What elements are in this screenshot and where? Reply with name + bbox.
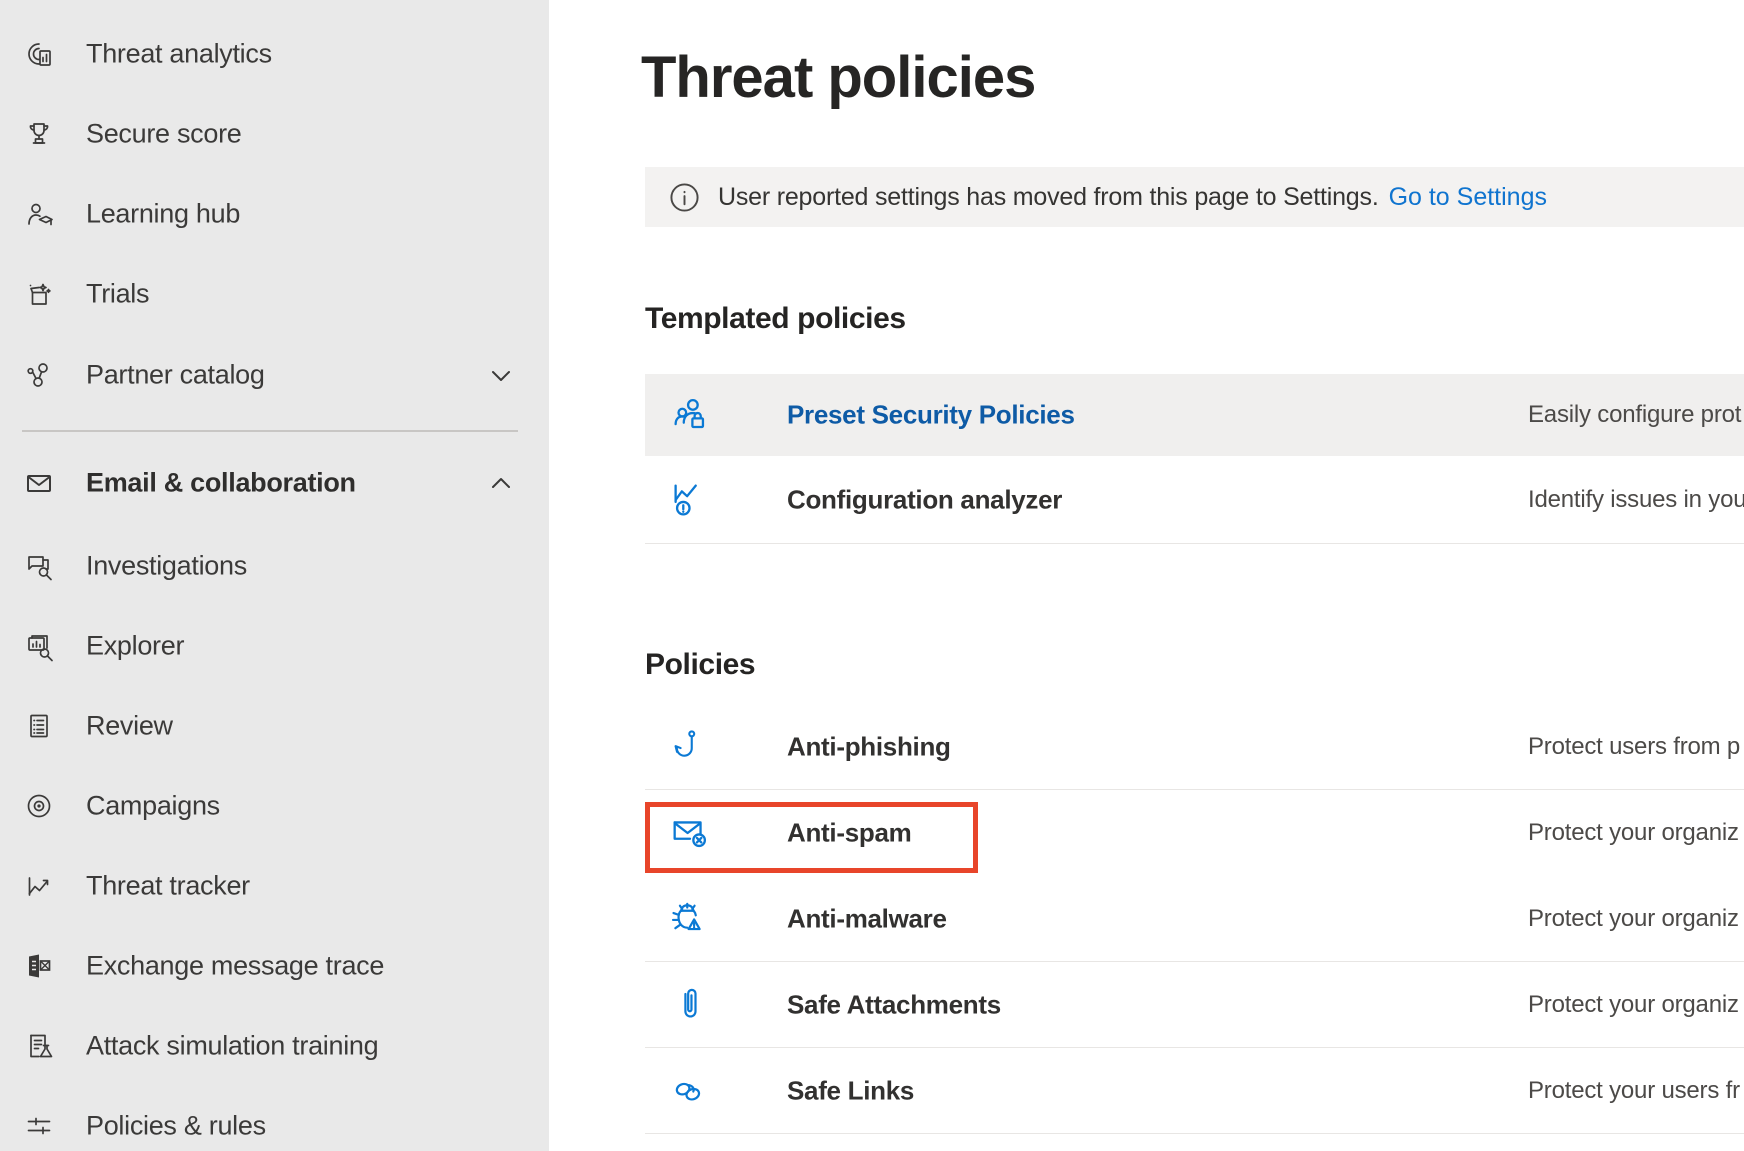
sidebar-item-label: Email & collaboration (86, 468, 356, 499)
row-preset-security-policies[interactable]: Preset Security Policies Easily configur… (645, 374, 1744, 456)
trials-icon (22, 277, 56, 311)
sidebar-item-label: Attack simulation training (86, 1031, 378, 1062)
sidebar-item-label: Threat analytics (86, 39, 272, 70)
sidebar-item-trials[interactable]: Trials (0, 262, 549, 326)
policy-label[interactable]: Safe Links (787, 1075, 914, 1106)
investigations-icon (22, 549, 56, 583)
sidebar-item-attack-simulation-training[interactable]: Attack simulation training (0, 1014, 549, 1078)
partner-catalog-icon (22, 358, 56, 392)
explorer-icon (22, 629, 56, 663)
sidebar-item-label: Trials (86, 279, 149, 310)
configuration-analyzer-icon (667, 477, 713, 523)
sidebar-item-review[interactable]: Review (0, 694, 549, 758)
policy-description: Protect your users fr (1528, 1077, 1744, 1105)
page-title: Threat policies (641, 44, 1035, 111)
sidebar-divider (22, 430, 518, 432)
sidebar-item-investigations[interactable]: Investigations (0, 534, 549, 598)
policy-description: Protect your organiz (1528, 819, 1744, 847)
sidebar-item-label: Campaigns (86, 791, 220, 822)
row-safe-links[interactable]: Safe Links Protect your users fr (645, 1048, 1744, 1134)
sidebar-item-threat-analytics[interactable]: Threat analytics (0, 22, 549, 86)
sidebar-item-label: Threat tracker (86, 871, 250, 902)
sidebar-item-label: Explorer (86, 631, 184, 662)
sidebar-item-label: Partner catalog (86, 360, 265, 391)
banner-message: User reported settings has moved from th… (718, 183, 1379, 212)
row-anti-malware[interactable]: Anti-malware Protect your organiz (645, 876, 1744, 962)
anti-spam-icon (667, 810, 713, 856)
threat-analytics-icon (22, 37, 56, 71)
section-heading-policies: Policies (645, 648, 755, 682)
sidebar-item-threat-tracker[interactable]: Threat tracker (0, 854, 549, 918)
go-to-settings-link[interactable]: Go to Settings (1389, 183, 1547, 212)
policy-description: Protect users from p (1528, 733, 1744, 761)
section-heading-templated-policies: Templated policies (645, 302, 906, 336)
policy-label[interactable]: Anti-phishing (787, 731, 951, 762)
policy-label[interactable]: Anti-malware (787, 903, 947, 934)
safe-attachments-icon (667, 982, 713, 1028)
sidebar-item-label: Investigations (86, 551, 247, 582)
anti-malware-icon (667, 896, 713, 942)
sidebar-item-learning-hub[interactable]: Learning hub (0, 182, 549, 246)
policy-description: Identify issues in you (1528, 486, 1744, 514)
secure-score-icon (22, 117, 56, 151)
sidebar-item-explorer[interactable]: Explorer (0, 614, 549, 678)
sidebar-item-campaigns[interactable]: Campaigns (0, 774, 549, 838)
safe-links-icon (667, 1068, 713, 1114)
sidebar-item-policies-rules[interactable]: Policies & rules (0, 1094, 549, 1151)
policy-label[interactable]: Configuration analyzer (787, 484, 1062, 515)
threat-policies-page: Threat analytics Secure score Learning h… (0, 0, 1744, 1151)
anti-phishing-icon (667, 724, 713, 770)
row-anti-spam[interactable]: Anti-spam Protect your organiz (645, 790, 1744, 876)
sidebar-item-email-collaboration[interactable]: Email & collaboration (0, 451, 549, 515)
attack-simulation-icon (22, 1029, 56, 1063)
preset-security-policies-icon (667, 392, 713, 438)
info-banner: User reported settings has moved from th… (645, 167, 1744, 227)
sidebar-item-label: Learning hub (86, 199, 240, 230)
row-configuration-analyzer[interactable]: Configuration analyzer Identify issues i… (645, 456, 1744, 544)
row-anti-phishing[interactable]: Anti-phishing Protect users from p (645, 704, 1744, 790)
policy-description: Protect your organiz (1528, 991, 1744, 1019)
sidebar-item-label: Policies & rules (86, 1111, 266, 1142)
sidebar-item-secure-score[interactable]: Secure score (0, 102, 549, 166)
policies-rules-icon (22, 1109, 56, 1143)
policy-label[interactable]: Anti-spam (787, 818, 911, 849)
policy-label[interactable]: Preset Security Policies (787, 400, 1075, 431)
chevron-down-icon[interactable] (486, 360, 516, 390)
sidebar-item-exchange-message-trace[interactable]: Exchange message trace (0, 934, 549, 998)
campaigns-icon (22, 789, 56, 823)
exchange-icon (22, 949, 56, 983)
email-icon (22, 466, 56, 500)
sidebar: Threat analytics Secure score Learning h… (0, 0, 549, 1151)
sidebar-item-label: Exchange message trace (86, 951, 384, 982)
policy-description: Protect your organiz (1528, 905, 1744, 933)
chevron-up-icon[interactable] (486, 468, 516, 498)
learning-hub-icon (22, 197, 56, 231)
policy-label[interactable]: Safe Attachments (787, 989, 1001, 1020)
review-icon (22, 709, 56, 743)
row-safe-attachments[interactable]: Safe Attachments Protect your organiz (645, 962, 1744, 1048)
sidebar-item-label: Secure score (86, 119, 241, 150)
sidebar-item-label: Review (86, 711, 173, 742)
info-icon (669, 182, 700, 213)
sidebar-item-partner-catalog[interactable]: Partner catalog (0, 343, 549, 407)
threat-tracker-icon (22, 869, 56, 903)
policy-description: Easily configure prot (1528, 401, 1744, 429)
